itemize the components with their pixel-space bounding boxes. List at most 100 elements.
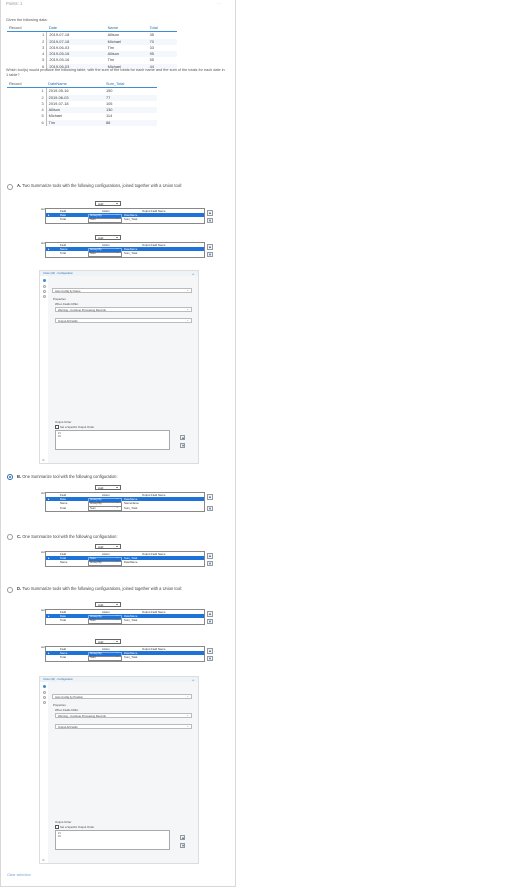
- sidebar-option-icon[interactable]: [42, 701, 46, 704]
- grid-row[interactable]: Total Sum ⌄ Sum_Total: [46, 617, 204, 625]
- pin-icon[interactable]: ⟂: [192, 678, 194, 682]
- add-dropdown[interactable]: Add: [95, 639, 121, 644]
- move-up-button[interactable]: ▲: [207, 553, 213, 559]
- output-field-cell[interactable]: Sum_Total: [124, 251, 137, 255]
- settings-icon[interactable]: ⚙: [42, 458, 45, 462]
- table-cell: Tim: [46, 119, 104, 127]
- set-order-checkbox[interactable]: [55, 425, 59, 429]
- grid-row[interactable]: Total Sum ⌄ Sum_Total: [46, 216, 204, 224]
- warning-dropdown[interactable]: Warning - Continue Processing Records: [55, 307, 192, 312]
- sidebar-option-icon[interactable]: [42, 696, 46, 699]
- add-dropdown[interactable]: Add: [95, 235, 121, 240]
- sidebar-option-icon[interactable]: [42, 285, 46, 288]
- move-up-button[interactable]: ▲: [207, 494, 213, 500]
- question-card: Points: 1 … Given the following data: Re…: [0, 0, 236, 887]
- fields-differ-label: When Fields Differ:: [55, 302, 79, 306]
- output-field-cell[interactable]: Sum_Total: [124, 655, 137, 659]
- option-c-radio[interactable]: [7, 534, 13, 540]
- table-cell: 1: [7, 87, 47, 95]
- output-field-cell[interactable]: Sum_Total: [124, 506, 137, 510]
- order-up-button[interactable]: ▲: [180, 435, 185, 440]
- move-down-button[interactable]: ▼: [207, 560, 213, 567]
- warning-dropdown[interactable]: Warning - Continue Processing Records: [55, 713, 192, 718]
- set-order-label: Set a Specific Output Order: [60, 825, 95, 829]
- more-options-icon[interactable]: …: [217, 0, 222, 5]
- move-down-button[interactable]: ▼: [207, 655, 213, 662]
- move-down-button[interactable]: ▼: [207, 217, 213, 224]
- move-down-button[interactable]: ▼: [207, 618, 213, 625]
- set-order-checkbox[interactable]: [55, 825, 59, 829]
- data-table-input: Record Date Name Total 1 2019-07-18 Allison 35 2…: [7, 25, 177, 71]
- table-cell: Allison: [105, 31, 148, 39]
- move-up-button[interactable]: ▲: [207, 648, 213, 654]
- output-field-cell[interactable]: Sum_Total: [124, 217, 137, 221]
- action-cell: Sum: [90, 505, 96, 510]
- column-header: Date: [46, 25, 106, 33]
- order-down-button[interactable]: ▼: [180, 443, 185, 448]
- option-a-radio[interactable]: [7, 184, 13, 190]
- sidebar-option-icon[interactable]: [42, 685, 46, 688]
- option-d-summarize-1: Actions:AddFieldActionOutput Field Name▸…: [41, 601, 216, 635]
- option-d-radio[interactable]: [7, 587, 13, 593]
- add-dropdown[interactable]: Add: [95, 201, 121, 206]
- sidebar-option-icon[interactable]: [42, 290, 46, 293]
- move-down-button[interactable]: ▼: [207, 251, 213, 258]
- field-cell: Total: [60, 251, 66, 256]
- action-chevron-icon: ⌄: [116, 617, 119, 622]
- output-fields-dropdown[interactable]: Output All Fields: [55, 724, 192, 729]
- mode-dropdown[interactable]: Auto Config by Name: [52, 288, 192, 293]
- output-order-list[interactable]: #1 #2: [55, 830, 170, 850]
- question-intro: Given the following data:: [6, 18, 48, 22]
- output-field-cell[interactable]: DateName: [124, 560, 137, 564]
- option-d-union-config: Union (20) - Configuration ⟂ Auto Config b…: [39, 676, 199, 864]
- column-header: Name: [105, 25, 148, 33]
- order-down-button[interactable]: ▼: [180, 843, 185, 848]
- option-a-summarize-1: Actions:AddFieldActionOutput Field Name▸…: [41, 200, 216, 232]
- table-row: 6 Tim 88: [7, 119, 157, 127]
- order-item: #2: [58, 835, 61, 838]
- grid-row[interactable]: Name Group By ⌄ DateName: [46, 559, 204, 567]
- table-header-row: Record DateName Sum_Total: [7, 81, 157, 89]
- add-dropdown[interactable]: Add: [95, 602, 121, 607]
- actions-grid: Field Action Output Field Name ▸ Date Group B…: [45, 609, 205, 625]
- move-up-button[interactable]: ▲: [207, 210, 213, 216]
- option-b-text[interactable]: B. One Summarize tool with the following…: [17, 474, 227, 479]
- output-field-cell[interactable]: Sum_Total: [124, 618, 137, 622]
- output-order-list[interactable]: #1 #2: [55, 430, 170, 450]
- settings-icon[interactable]: ⚙: [42, 858, 45, 862]
- output-order-label: Output Order: [55, 420, 72, 424]
- output-order-label: Output Order: [55, 820, 72, 824]
- table-cell: 1: [7, 31, 48, 39]
- actions-grid: Field Action Output Field Name ▸ Date Group B…: [45, 492, 205, 512]
- action-chevron-icon: ⌄: [116, 654, 119, 659]
- option-d-text[interactable]: D. Two Summarize tools with the followin…: [17, 586, 227, 591]
- action-cell: Sum: [90, 251, 96, 256]
- field-cell: Name: [60, 560, 68, 565]
- order-item: #2: [58, 435, 61, 438]
- mode-dropdown[interactable]: Auto Config by Position: [52, 694, 192, 699]
- option-b-radio[interactable]: [7, 474, 13, 480]
- column-header: Record: [7, 81, 47, 89]
- grid-row[interactable]: Total Sum ⌄ Sum_Total: [46, 654, 204, 662]
- add-dropdown[interactable]: Add: [95, 544, 121, 549]
- option-a-text[interactable]: A. Two Summarize tools with the followin…: [17, 183, 227, 188]
- question-prompt: Which tool(s) would produce the followin…: [6, 68, 225, 77]
- option-c-text[interactable]: C. One Summarize tool with the following…: [17, 534, 227, 539]
- order-up-button[interactable]: ▲: [180, 835, 185, 840]
- clear-selection-link[interactable]: Clear selection: [7, 873, 31, 877]
- output-fields-dropdown[interactable]: Output All Fields: [55, 318, 192, 323]
- points-label: Points: 1: [6, 1, 23, 6]
- move-up-button[interactable]: ▲: [207, 244, 213, 250]
- move-down-button[interactable]: ▼: [207, 505, 213, 512]
- actions-grid: Field Action Output Field Name ▸ Date Group B…: [45, 208, 205, 224]
- action-cell: Group By: [90, 560, 102, 565]
- action-chevron-icon: ⌄: [116, 250, 119, 255]
- move-up-button[interactable]: ▲: [207, 611, 213, 617]
- grid-row[interactable]: Total Sum ⌄ Sum_Total: [46, 250, 204, 258]
- pin-icon[interactable]: ⟂: [192, 272, 194, 276]
- sidebar-option-icon[interactable]: [42, 295, 46, 298]
- sidebar-option-icon[interactable]: [42, 279, 46, 282]
- grid-row[interactable]: Total Sum ⌄ Sum_Total: [46, 505, 204, 512]
- sidebar-option-icon[interactable]: [42, 691, 46, 694]
- add-dropdown[interactable]: Add: [95, 485, 121, 490]
